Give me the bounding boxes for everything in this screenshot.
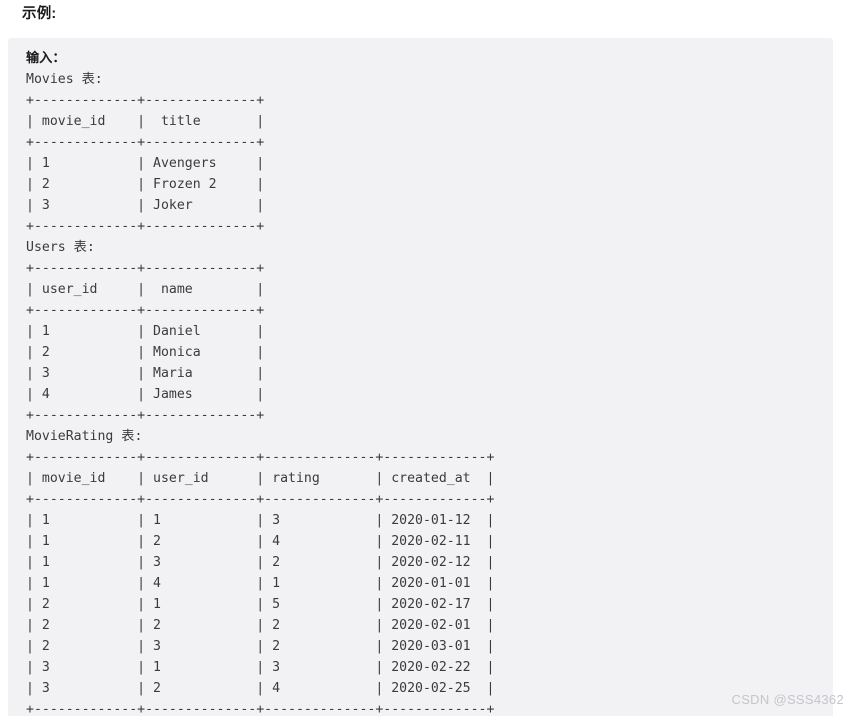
code-line-input-label: 输入： <box>26 51 66 66</box>
code-line: | 2 | Monica | <box>26 345 265 360</box>
code-line: | 1 | Avengers | <box>26 156 265 171</box>
code-line: MovieRating 表: <box>26 429 143 444</box>
code-line: +-------------+--------------+ <box>26 261 265 276</box>
page-root: 示例: 输入： Movies 表: +-------------+---------… <box>0 0 858 716</box>
code-line: | 3 | Maria | <box>26 366 265 381</box>
code-line: +-------------+--------------+ <box>26 93 265 108</box>
code-line: | movie_id | user_id | rating | created_… <box>26 471 495 486</box>
code-line: +-------------+--------------+----------… <box>26 492 495 507</box>
code-line: | 2 | 1 | 5 | 2020-02-17 | <box>26 597 495 612</box>
code-line: | 1 | Daniel | <box>26 324 265 339</box>
page-title: 示例: <box>22 6 57 22</box>
code-line: | 3 | Joker | <box>26 198 265 213</box>
code-line: | 4 | James | <box>26 387 265 402</box>
code-line: | movie_id | title | <box>26 114 265 129</box>
code-line: Movies 表: <box>26 72 103 87</box>
code-line: +-------------+--------------+----------… <box>26 450 495 465</box>
code-line: | user_id | name | <box>26 282 265 297</box>
code-block: 输入： Movies 表: +-------------+-------------… <box>8 38 833 716</box>
code-line: | 2 | Frozen 2 | <box>26 177 265 192</box>
code-line: | 1 | 1 | 3 | 2020-01-12 | <box>26 513 495 528</box>
code-line: | 3 | 2 | 4 | 2020-02-25 | <box>26 681 495 696</box>
code-line: Users 表: <box>26 240 95 255</box>
code-line: | 1 | 2 | 4 | 2020-02-11 | <box>26 534 495 549</box>
code-line: | 1 | 3 | 2 | 2020-02-12 | <box>26 555 495 570</box>
code-block-content: 输入： Movies 表: +-------------+-------------… <box>26 48 833 716</box>
code-line: | 1 | 4 | 1 | 2020-01-01 | <box>26 576 495 591</box>
code-text: 输入： Movies 表: +-------------+-------------… <box>26 48 833 716</box>
code-line: +-------------+--------------+----------… <box>26 702 495 716</box>
code-line: | 2 | 3 | 2 | 2020-03-01 | <box>26 639 495 654</box>
code-line: | 2 | 2 | 2 | 2020-02-01 | <box>26 618 495 633</box>
code-line: +-------------+--------------+ <box>26 303 265 318</box>
code-line: | 3 | 1 | 3 | 2020-02-22 | <box>26 660 495 675</box>
code-line: +-------------+--------------+ <box>26 408 265 423</box>
watermark: CSDN @SSS4362 <box>731 692 844 707</box>
code-line: +-------------+--------------+ <box>26 135 265 150</box>
code-line: +-------------+--------------+ <box>26 219 265 234</box>
